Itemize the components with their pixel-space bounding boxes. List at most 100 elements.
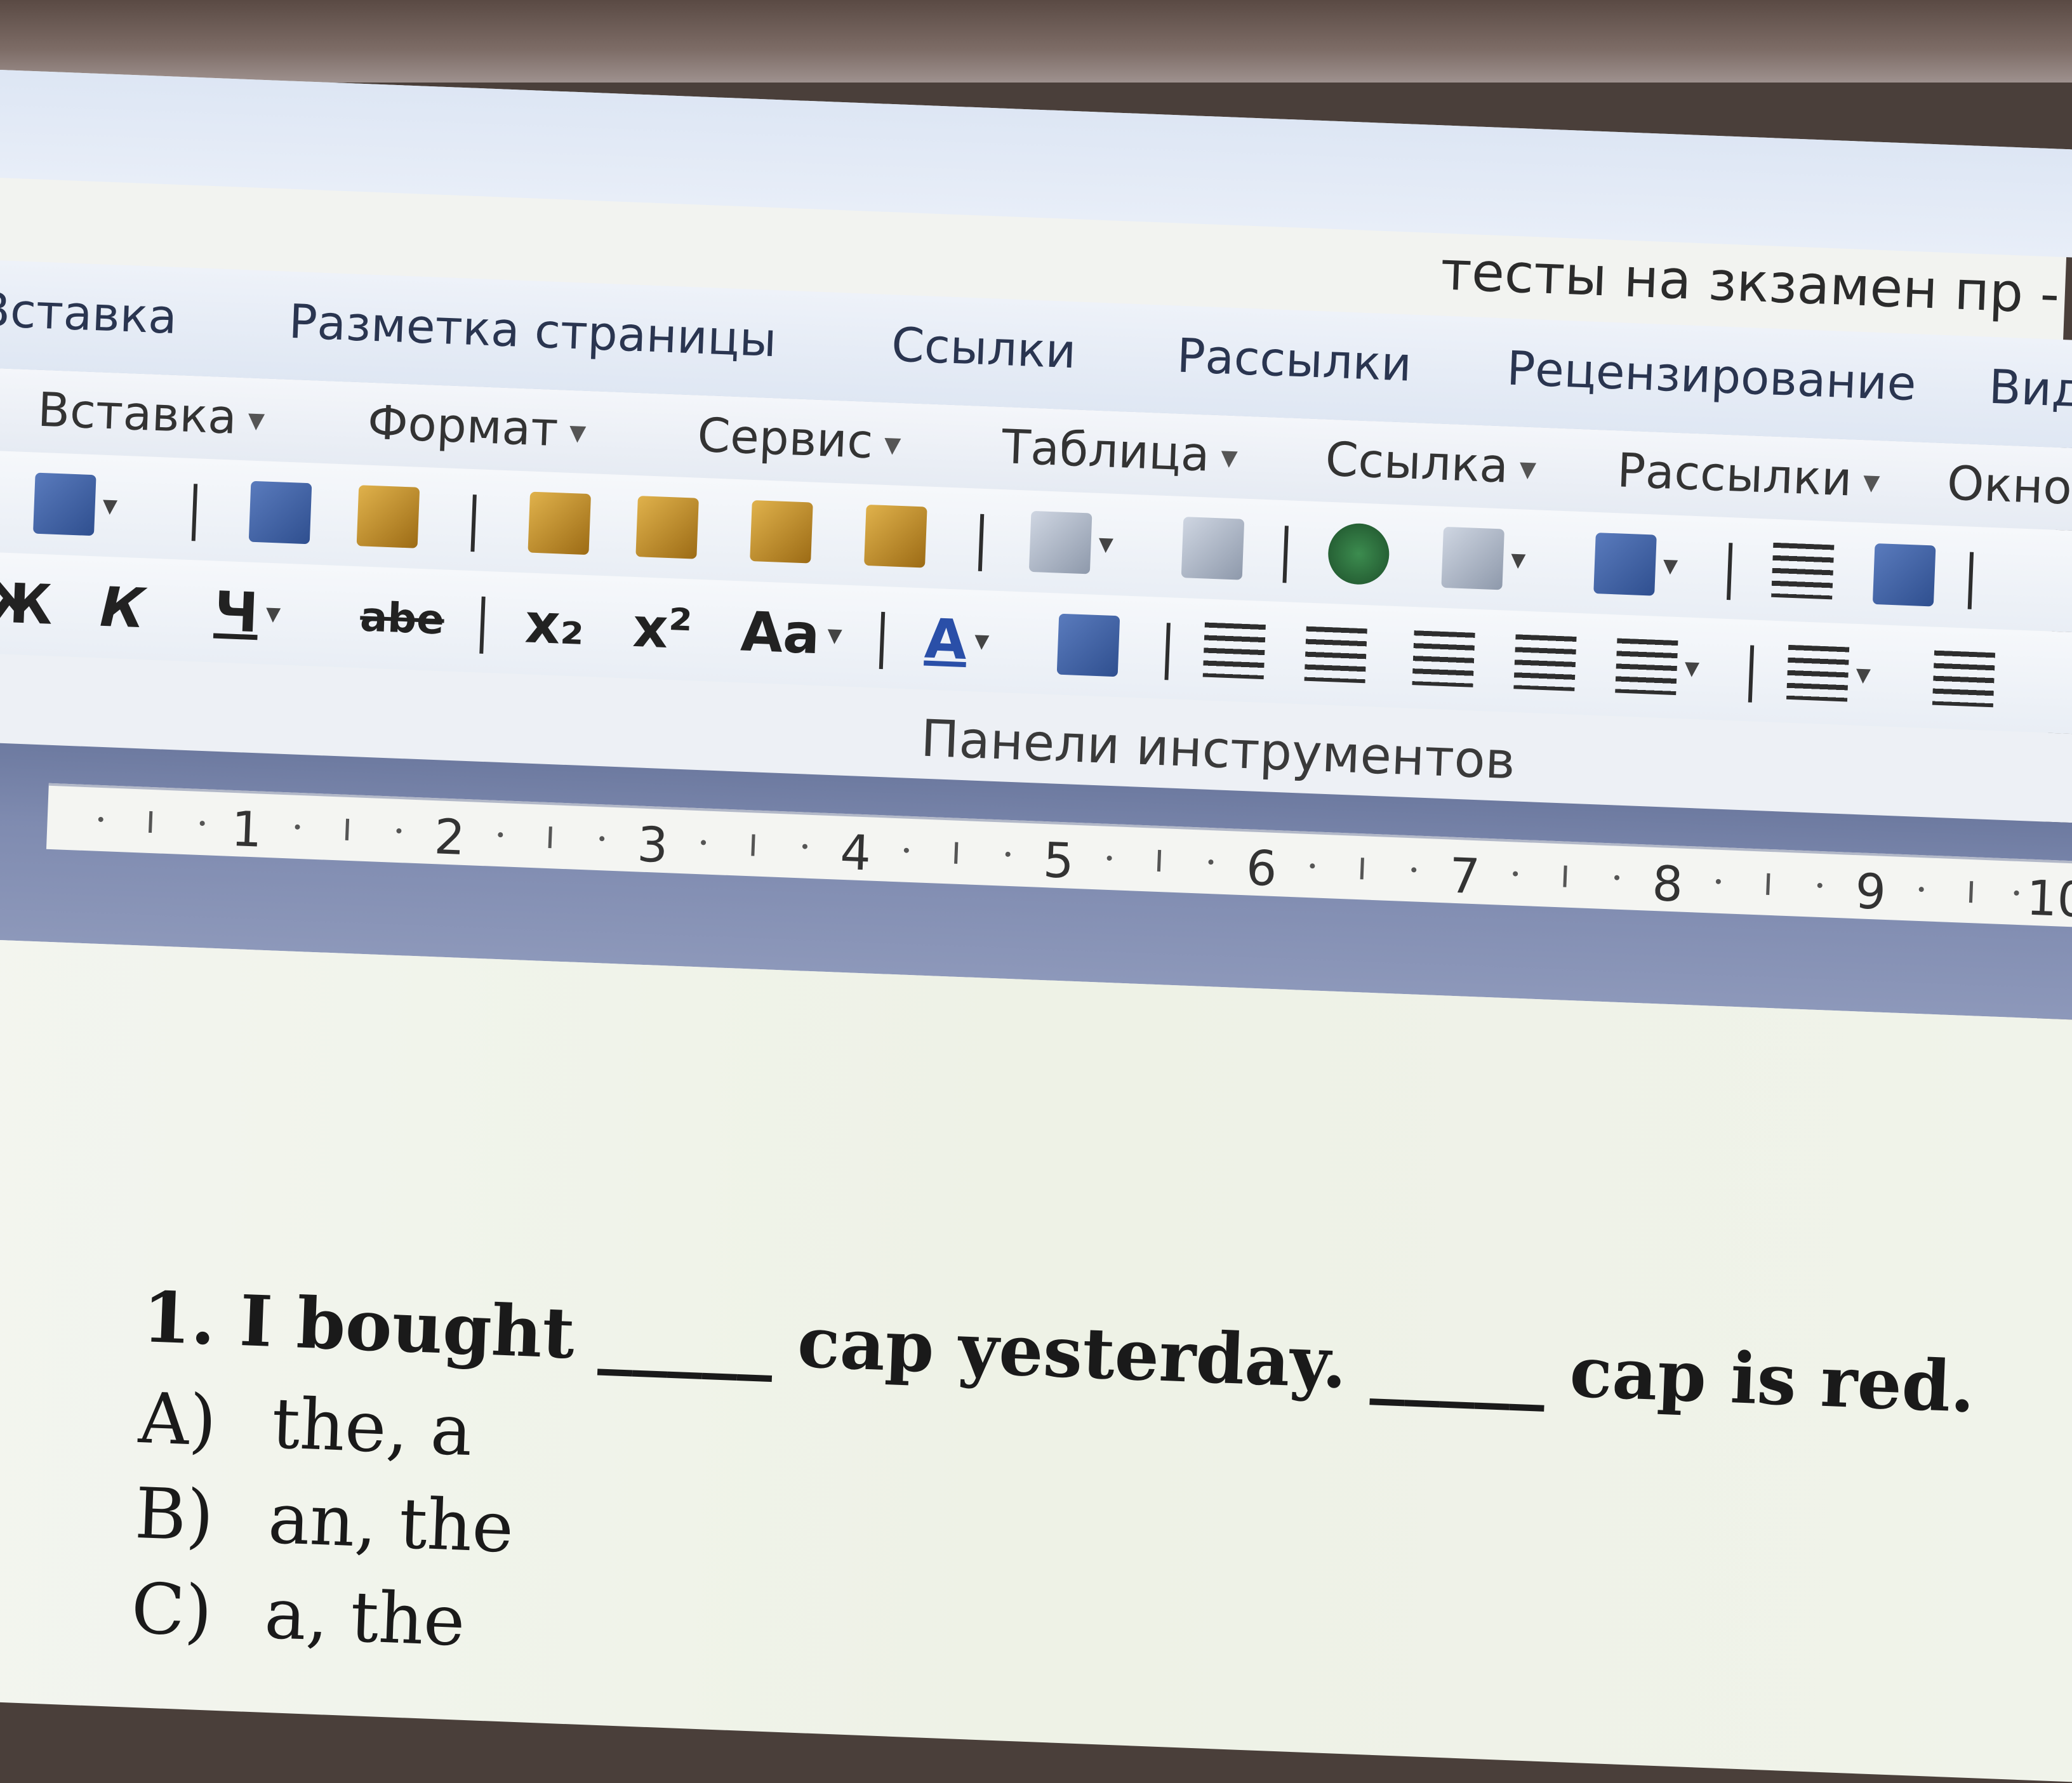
title-bar	[0, 70, 2072, 261]
globe-link-icon	[1327, 522, 1391, 586]
columns-icon	[1771, 542, 1835, 600]
line-spacing-icon	[1615, 638, 1678, 696]
chevron-down-icon: ▼	[1220, 445, 1239, 472]
menu-tools[interactable]: Сервис ▼	[696, 408, 902, 470]
spelling-button[interactable]	[248, 474, 312, 552]
superscript-button[interactable]: x²	[632, 590, 694, 668]
borders-icon	[1441, 526, 1504, 590]
ruler-dot	[1817, 882, 1823, 889]
ruler-tick	[149, 811, 153, 833]
align-right-icon	[1412, 630, 1475, 687]
toolbar-separator	[978, 514, 985, 571]
tab-references[interactable]: Ссылки	[891, 317, 1077, 379]
undo-button[interactable]: ▼	[1028, 503, 1115, 583]
book-icon	[32, 472, 96, 536]
ruler-tick	[1969, 881, 1974, 903]
ruler-dot	[1614, 875, 1620, 880]
menu-reference-label: Ссылка	[1324, 432, 1510, 494]
chevron-down-icon: ▼	[1098, 533, 1114, 556]
ruler-dot	[1310, 863, 1315, 869]
ruler-tick	[954, 842, 959, 864]
research-button[interactable]: ▼	[32, 465, 119, 545]
toolbar-separator	[1282, 526, 1289, 583]
chevron-down-icon: ▼	[1663, 554, 1678, 578]
drawing-button[interactable]	[1872, 536, 1936, 614]
align-left-button[interactable]	[1202, 612, 1266, 691]
option-letter: C)	[130, 1567, 214, 1652]
menu-insert-label: Вставка	[36, 382, 238, 445]
research-book-button[interactable]	[356, 477, 420, 556]
paste-button[interactable]	[750, 493, 814, 571]
chevron-down-icon: ▼	[102, 494, 118, 518]
redo-button[interactable]	[1181, 509, 1245, 588]
menu-table[interactable]: Таблица ▼	[1001, 420, 1239, 483]
align-right-button[interactable]	[1412, 620, 1476, 698]
toolbar-separator	[1164, 623, 1171, 680]
tab-review[interactable]: Рецензирование	[1506, 341, 1917, 411]
ruler-number: 10	[2025, 869, 2072, 929]
toolbar-separator	[479, 596, 486, 654]
text-effects-button[interactable]	[1056, 606, 1120, 685]
borders-button[interactable]: ▼	[1441, 519, 1527, 599]
chevron-down-icon: ▼	[247, 408, 265, 434]
shapes-icon	[1872, 543, 1936, 607]
document-page[interactable]: 1. I bought _____ cap yesterday. _____ c…	[0, 938, 2072, 1783]
align-left-icon	[1202, 622, 1266, 680]
tab-view[interactable]: Вид	[1988, 360, 2072, 418]
toolbar-separator	[879, 611, 886, 670]
menu-format[interactable]: Формат ▼	[366, 395, 587, 458]
copy-button[interactable]	[635, 488, 700, 567]
columns-button[interactable]	[1771, 532, 1835, 611]
justify-button[interactable]	[1513, 623, 1577, 702]
ruler-dot	[98, 816, 103, 823]
menu-window[interactable]: Окно	[1946, 456, 2072, 515]
tab-page-layout[interactable]: Разметка страницы	[288, 295, 777, 368]
font-color-label: A	[923, 607, 969, 673]
tab-insert[interactable]: Вставка	[0, 282, 178, 345]
scissors-icon	[528, 491, 592, 555]
option-text: the, a	[270, 1382, 474, 1472]
ruler-number: 8	[1651, 854, 1684, 913]
bullet-list-icon	[1932, 650, 1996, 708]
cut-button[interactable]	[528, 484, 592, 563]
ruler-dot	[903, 847, 909, 853]
chevron-down-icon: ▼	[827, 624, 843, 647]
bullets-button[interactable]	[1932, 640, 1996, 719]
menu-insert[interactable]: Вставка ▼	[37, 383, 266, 446]
ruler-dot	[199, 820, 205, 826]
strikethrough-button[interactable]: abe	[359, 579, 446, 658]
hyperlink-button[interactable]	[1327, 515, 1391, 593]
text-effect-icon	[1056, 613, 1120, 677]
copy-icon	[635, 496, 699, 559]
ruler-dot	[1005, 851, 1011, 858]
menu-table-label: Таблица	[1000, 420, 1211, 482]
toolbar-separator	[1748, 645, 1755, 703]
align-center-button[interactable]	[1304, 616, 1368, 694]
numbering-button[interactable]: ▼	[1786, 634, 1872, 713]
font-color-button[interactable]: A ▼	[923, 601, 990, 680]
line-spacing-button[interactable]: ▼	[1615, 627, 1701, 706]
ruler-dot	[700, 840, 707, 845]
tab-mailings[interactable]: Рассылки	[1176, 329, 1412, 392]
chevron-down-icon: ▼	[569, 420, 587, 447]
research-icon	[356, 485, 420, 548]
underline-button[interactable]: Ч ▼	[213, 574, 282, 653]
option-text: a, the	[263, 1572, 467, 1662]
menu-reference[interactable]: Ссылка ▼	[1324, 432, 1537, 495]
change-case-label: Aa	[739, 600, 821, 667]
bold-button[interactable]: Ж	[0, 565, 54, 644]
menu-tools-label: Сервис	[696, 408, 874, 470]
format-painter-button[interactable]	[864, 497, 928, 576]
menu-mailings[interactable]: Рассылки ▼	[1616, 443, 1881, 508]
italic-button[interactable]: К	[98, 569, 146, 647]
change-case-button[interactable]: Aa ▼	[740, 593, 844, 673]
ruler-dot	[802, 844, 808, 849]
ruler-dot	[2014, 890, 2019, 896]
underline-label: Ч	[213, 580, 260, 646]
insert-table-button[interactable]: ▼	[1593, 525, 1680, 604]
ruler-dot	[1411, 867, 1417, 873]
chevron-down-icon: ▼	[265, 602, 281, 626]
ruler-tick	[751, 834, 755, 856]
subscript-button[interactable]: x₂	[524, 585, 586, 663]
toolbar-separator	[470, 494, 477, 552]
